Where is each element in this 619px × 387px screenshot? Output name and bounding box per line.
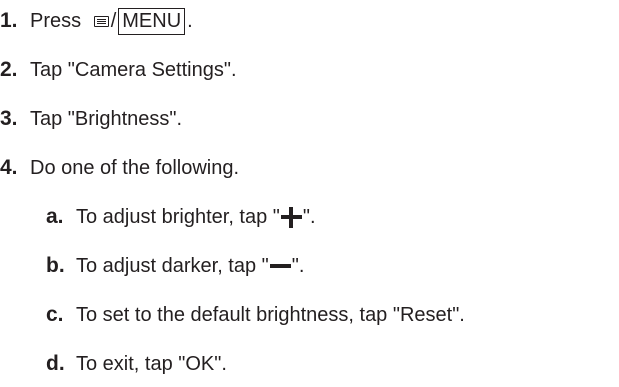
step-3: 3. Tap "Brightness". bbox=[0, 104, 182, 134]
slash-separator: / bbox=[110, 10, 117, 32]
step-number: 4. bbox=[0, 156, 18, 179]
step-text: Tap "Camera Settings". bbox=[30, 59, 237, 81]
substep-text-before: To adjust brighter, tap " bbox=[76, 206, 280, 228]
substep-letter: c. bbox=[46, 303, 64, 326]
step-text-period: . bbox=[187, 10, 193, 32]
plus-icon bbox=[280, 206, 302, 228]
substep-letter: b. bbox=[46, 254, 65, 277]
minus-icon bbox=[269, 256, 291, 277]
substep-text: To adjust darker, tap " ". bbox=[76, 251, 304, 281]
substep-letter: a. bbox=[46, 205, 64, 228]
step-number: 3. bbox=[0, 107, 18, 130]
substep-text-after: ". bbox=[291, 255, 305, 277]
substep-text: To exit, tap "OK". bbox=[76, 353, 227, 375]
substep-text: To adjust brighter, tap " ". bbox=[76, 202, 316, 232]
step-text: Press / MENU . bbox=[30, 6, 193, 36]
substep-d: d. To exit, tap "OK". bbox=[46, 349, 227, 379]
step-1: 1. Press / MENU . bbox=[0, 6, 193, 36]
substep-a: a. To adjust brighter, tap " ". bbox=[46, 202, 316, 232]
step-text: Do one of the following. bbox=[30, 157, 240, 179]
substep-b: b. To adjust darker, tap " ". bbox=[46, 251, 304, 281]
step-number: 1. bbox=[0, 9, 18, 32]
menu-list-icon bbox=[93, 15, 109, 27]
substep-text-before: To adjust darker, tap " bbox=[76, 255, 269, 277]
step-text: Tap "Brightness". bbox=[30, 108, 183, 130]
substep-c: c. To set to the default brightness, tap… bbox=[46, 300, 465, 330]
step-number: 2. bbox=[0, 58, 18, 81]
substep-text-after: ". bbox=[302, 206, 316, 228]
step-4: 4. Do one of the following. bbox=[0, 153, 239, 183]
substep-text: To set to the default brightness, tap "R… bbox=[76, 304, 465, 326]
substep-letter: d. bbox=[46, 352, 65, 375]
step-2: 2. Tap "Camera Settings". bbox=[0, 55, 237, 85]
menu-key-label: MENU bbox=[118, 7, 186, 35]
step-text-press: Press bbox=[30, 10, 87, 32]
